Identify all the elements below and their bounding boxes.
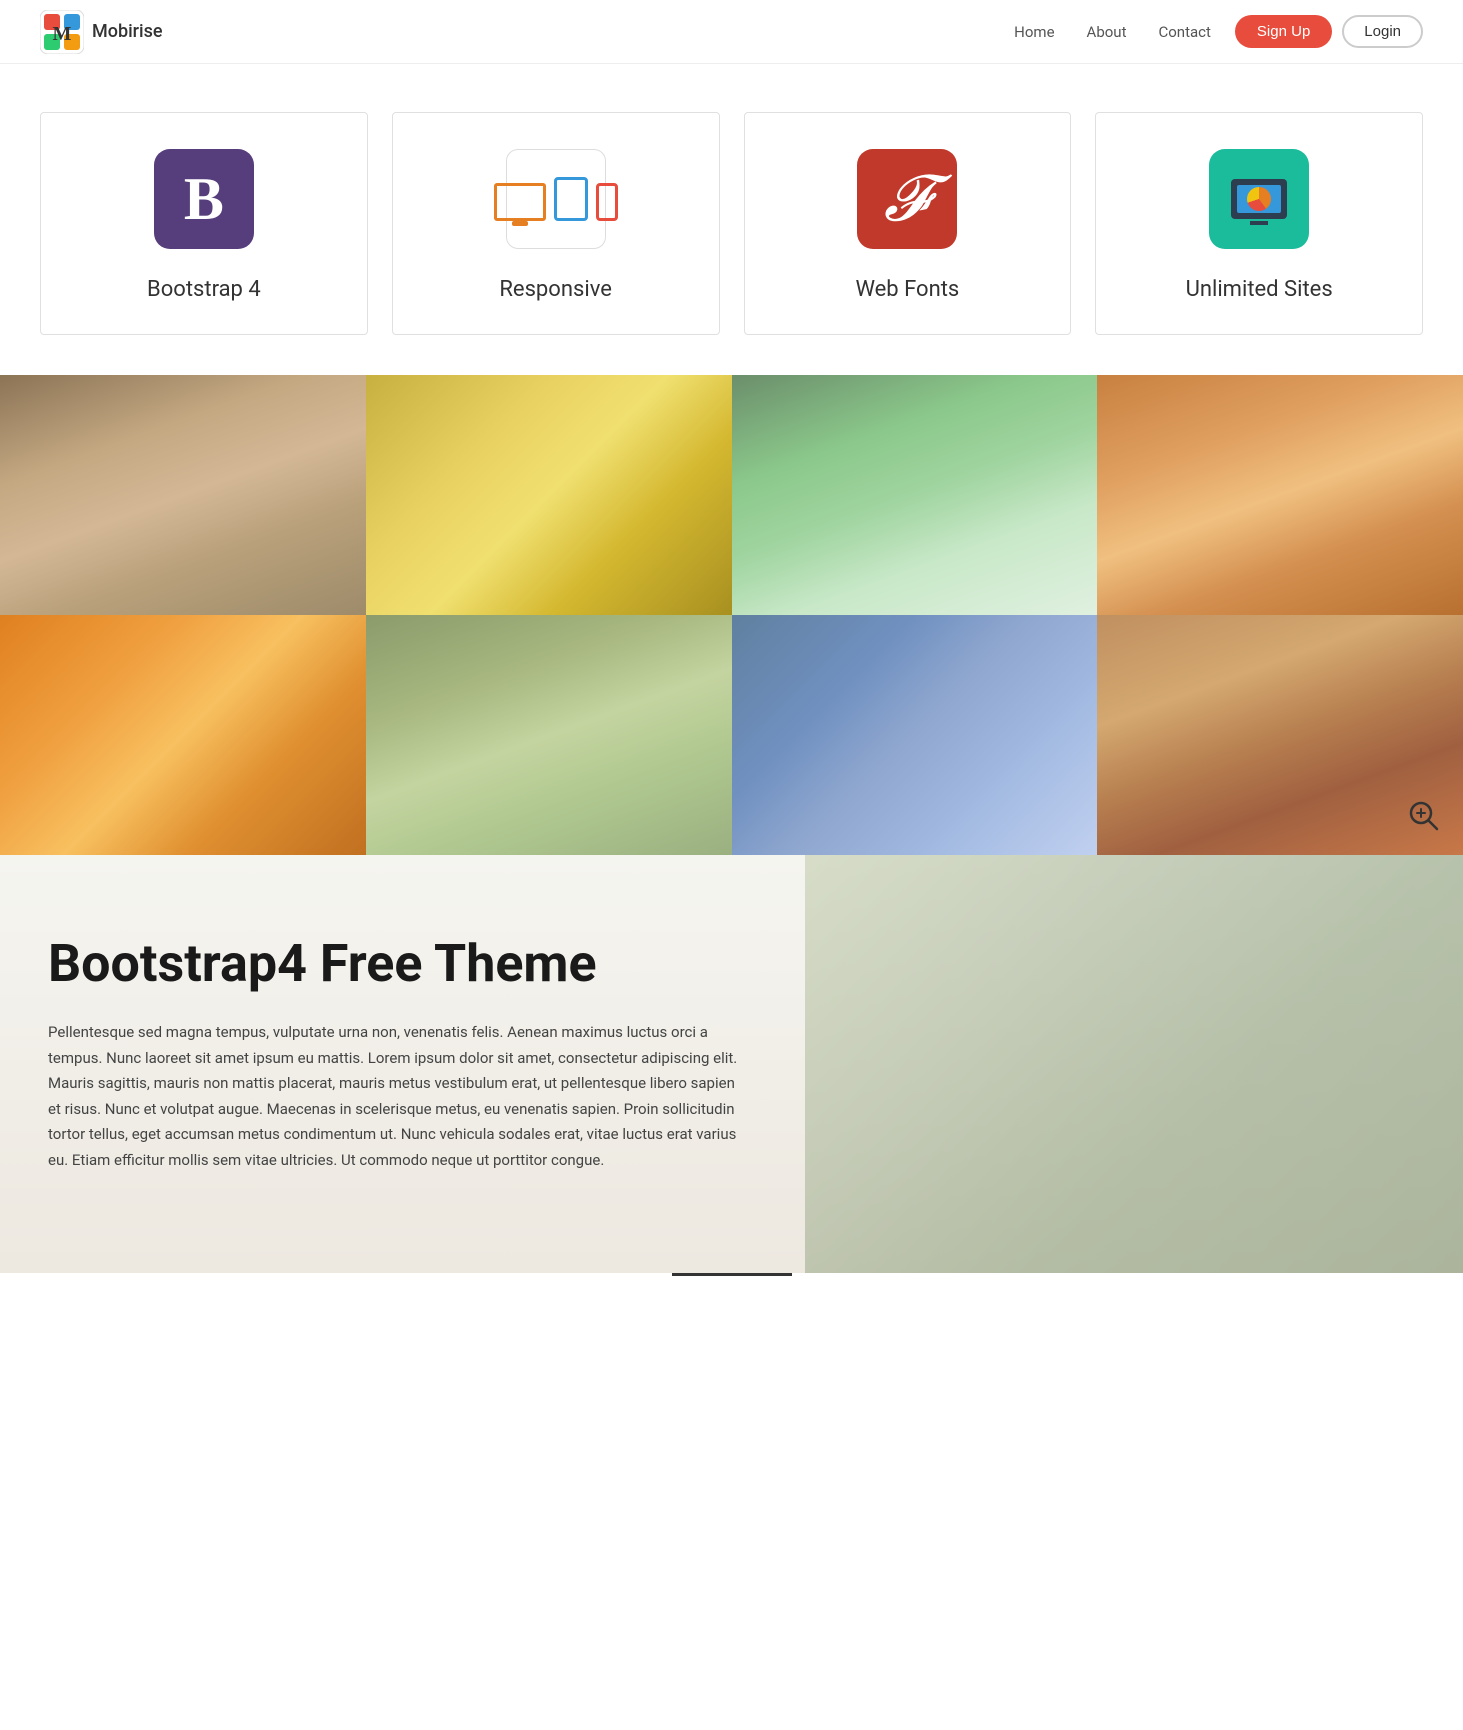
gallery-section [0, 375, 1463, 855]
bottom-divider [672, 1273, 792, 1276]
feature-card-responsive: Responsive [392, 112, 720, 335]
content-body: Pellentesque sed magna tempus, vulputate… [48, 1020, 748, 1173]
content-heading: Bootstrap4 Free Theme [48, 935, 748, 992]
ul-monitor-icon [1231, 179, 1287, 219]
webfonts-icon: 𝓕 [857, 149, 957, 249]
feature-card-unlimited: Unlimited Sites [1095, 112, 1423, 335]
mobirise-logo: M [40, 10, 84, 54]
gallery-photo-6 [366, 615, 732, 855]
unlimited-icon [1209, 149, 1309, 249]
gallery-item-8[interactable] [1097, 615, 1463, 855]
gallery-photo-1 [0, 375, 366, 615]
nav-brand-label: Mobirise [92, 21, 163, 42]
gallery-photo-7 [732, 615, 1098, 855]
content-bg-decoration [805, 855, 1463, 1273]
gallery-item-3[interactable] [732, 375, 1098, 615]
content-inner: Bootstrap4 Free Theme Pellentesque sed m… [48, 935, 748, 1173]
gallery-photo-2 [366, 375, 732, 615]
responsive-icon [506, 149, 606, 249]
nav-link-contact[interactable]: Contact [1158, 23, 1210, 41]
gallery-item-6[interactable] [366, 615, 732, 855]
gallery-item-7[interactable] [732, 615, 1098, 855]
feature-title-bootstrap: Bootstrap 4 [147, 277, 261, 302]
nav-link-home[interactable]: Home [1014, 23, 1054, 41]
content-section: Bootstrap4 Free Theme Pellentesque sed m… [0, 855, 1463, 1273]
bootstrap-icon: B [154, 149, 254, 249]
signup-button[interactable]: Sign Up [1235, 15, 1332, 48]
feature-title-unlimited: Unlimited Sites [1186, 277, 1333, 302]
feature-title-responsive: Responsive [499, 277, 612, 302]
feature-card-bootstrap: B Bootstrap 4 [40, 112, 368, 335]
features-section: B Bootstrap 4 Responsive 𝓕 Web Fonts [0, 64, 1463, 375]
gallery-item-4[interactable] [1097, 375, 1463, 615]
zoom-icon[interactable] [1403, 795, 1443, 835]
nav-link-about[interactable]: About [1087, 23, 1127, 41]
device-monitor-icon [494, 183, 546, 221]
gallery-photo-3 [732, 375, 1098, 615]
login-button[interactable]: Login [1342, 15, 1423, 48]
gallery-item-2[interactable] [366, 375, 732, 615]
device-tablet-icon [554, 177, 588, 221]
svg-text:M: M [53, 23, 72, 45]
feature-card-webfonts: 𝓕 Web Fonts [744, 112, 1072, 335]
device-phone-icon [596, 183, 618, 221]
gallery-photo-4 [1097, 375, 1463, 615]
nav-links: Home About Contact [1014, 23, 1211, 41]
gallery-item-5[interactable] [0, 615, 366, 855]
gallery-item-1[interactable] [0, 375, 366, 615]
feature-title-webfonts: Web Fonts [855, 277, 959, 302]
nav-brand[interactable]: M Mobirise [40, 10, 163, 54]
features-grid: B Bootstrap 4 Responsive 𝓕 Web Fonts [40, 112, 1423, 335]
navbar: M Mobirise Home About Contact Sign Up Lo… [0, 0, 1463, 64]
gallery-photo-5 [0, 615, 366, 855]
